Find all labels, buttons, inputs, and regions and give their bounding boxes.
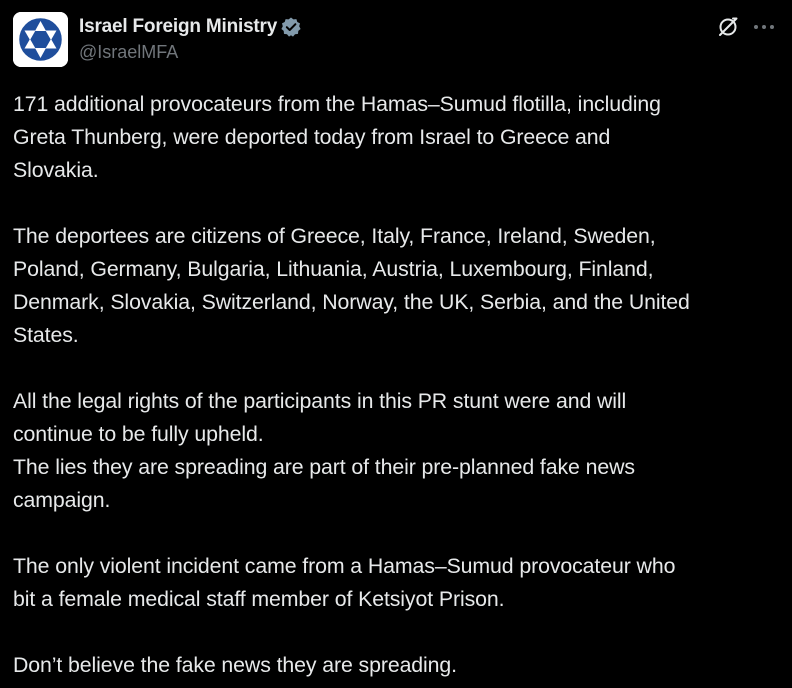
text-line: Greta Thunberg, were deported today from… bbox=[13, 125, 611, 149]
more-icon[interactable] bbox=[749, 14, 779, 40]
author-handle[interactable]: @IsraelMFA bbox=[79, 42, 302, 63]
post-text: 171 additional provocateurs from the Ham… bbox=[13, 88, 785, 682]
avatar[interactable] bbox=[13, 12, 68, 67]
text-line: The only violent incident came from a Ha… bbox=[13, 554, 676, 578]
post-paragraph: Don’t believe the fake news they are spr… bbox=[13, 649, 785, 682]
verified-badge-icon[interactable] bbox=[280, 16, 302, 38]
text-line: States. bbox=[13, 323, 79, 347]
display-name[interactable]: Israel Foreign Ministry bbox=[79, 16, 277, 38]
post-paragraph: All the legal rights of the participants… bbox=[13, 385, 785, 517]
post-actions bbox=[715, 14, 779, 40]
text-line: Denmark, Slovakia, Switzerland, Norway, … bbox=[13, 290, 690, 314]
text-line: campaign. bbox=[13, 488, 111, 512]
post-header: Israel Foreign Ministry @IsraelMFA bbox=[13, 12, 779, 68]
text-line: The lies they are spreading are part of … bbox=[13, 455, 635, 479]
text-line: Don’t believe the fake news they are spr… bbox=[13, 653, 457, 677]
star-of-david-logo-icon bbox=[13, 12, 68, 67]
grok-icon[interactable] bbox=[715, 14, 741, 40]
post-card: Israel Foreign Ministry @IsraelMFA 171 a… bbox=[0, 0, 792, 688]
post-paragraph: 171 additional provocateurs from the Ham… bbox=[13, 88, 785, 187]
text-line: 171 additional provocateurs from the Ham… bbox=[13, 92, 661, 116]
text-line: All the legal rights of the participants… bbox=[13, 389, 627, 413]
text-line: Slovakia. bbox=[13, 158, 99, 182]
post-paragraph: The deportees are citizens of Greece, It… bbox=[13, 220, 785, 352]
text-line: Poland, Germany, Bulgaria, Lithuania, Au… bbox=[13, 257, 654, 281]
text-line: continue to be fully upheld. bbox=[13, 422, 264, 446]
text-line: bit a female medical staff member of Ket… bbox=[13, 587, 505, 611]
display-name-row: Israel Foreign Ministry bbox=[79, 14, 302, 40]
post-paragraph: The only violent incident came from a Ha… bbox=[13, 550, 785, 616]
text-line: The deportees are citizens of Greece, It… bbox=[13, 224, 656, 248]
author-names: Israel Foreign Ministry @IsraelMFA bbox=[79, 14, 302, 63]
